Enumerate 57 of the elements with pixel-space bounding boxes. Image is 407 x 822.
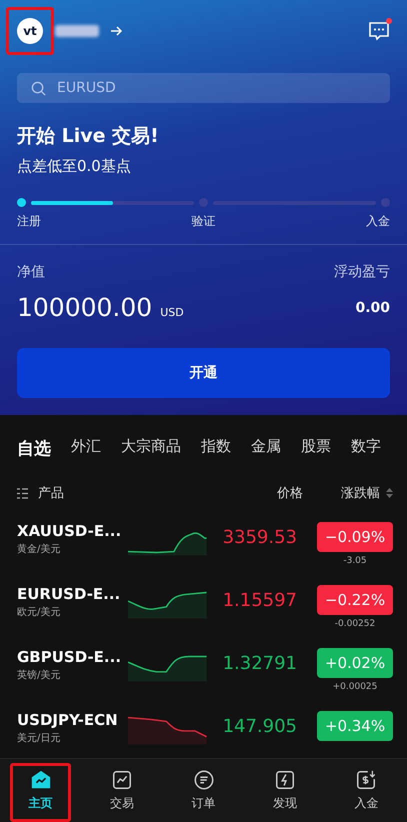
step-label: 验证 bbox=[192, 213, 216, 230]
nav-tab[interactable]: 交易 bbox=[81, 759, 163, 822]
nav-tab[interactable]: 发现 bbox=[244, 759, 326, 822]
blurred-name bbox=[55, 25, 99, 37]
nav-tab[interactable]: 主页 bbox=[0, 759, 82, 822]
arrow-icon[interactable] bbox=[111, 26, 123, 36]
instrument-name: 黄金/美元 bbox=[17, 542, 62, 556]
avatar[interactable]: vt bbox=[17, 18, 43, 44]
nav-tab[interactable]: 入金 bbox=[326, 759, 407, 822]
change-amount: -0.00252 bbox=[334, 619, 376, 629]
change-amount: +0.00025 bbox=[332, 682, 378, 692]
step-label: 注册 bbox=[17, 213, 41, 230]
category-tab[interactable]: 数字 bbox=[351, 437, 381, 460]
category-tab[interactable]: 外汇 bbox=[71, 437, 101, 460]
dollar-icon bbox=[355, 769, 378, 791]
equity-label: 净值 bbox=[17, 263, 45, 281]
promo-title: 开始 Live 交易! bbox=[17, 124, 160, 149]
price-text: 3359.53 bbox=[222, 527, 298, 548]
price-text: 1.32791 bbox=[222, 653, 298, 674]
category-tab[interactable]: 股票 bbox=[301, 437, 331, 460]
chart-icon bbox=[111, 769, 134, 791]
instrument-name: 美元/日元 bbox=[17, 732, 62, 745]
column-header[interactable]: 涨跌幅 bbox=[341, 484, 380, 502]
change-badge: +0.02% bbox=[317, 648, 393, 678]
symbol-text[interactable]: XAUUSD-E... bbox=[17, 522, 128, 540]
pnl-label: 浮动盈亏 bbox=[334, 263, 390, 281]
step-label: 入金 bbox=[366, 213, 390, 230]
change-amount: -3.05 bbox=[343, 556, 367, 566]
home-icon bbox=[30, 769, 52, 791]
symbol-text[interactable]: GBPUSD-E... bbox=[17, 648, 128, 666]
message-icon[interactable] bbox=[368, 21, 390, 41]
category-tab[interactable]: 金属 bbox=[251, 437, 281, 460]
search-icon bbox=[31, 81, 46, 96]
category-tab[interactable]: 大宗商品 bbox=[121, 437, 181, 460]
symbol-text[interactable]: EURUSD-E... bbox=[17, 585, 128, 603]
list-icon bbox=[192, 769, 215, 791]
nav-tab[interactable]: 订单 bbox=[162, 759, 244, 822]
pnl-value: 0.00 bbox=[355, 300, 390, 316]
change-badge: −0.22% bbox=[317, 585, 393, 615]
column-header: 产品 bbox=[38, 485, 64, 502]
open-account-button[interactable]: 开通 bbox=[17, 348, 390, 398]
category-tab[interactable]: 自选 bbox=[17, 437, 51, 460]
currency-label: USD bbox=[160, 306, 184, 319]
change-badge: −0.09% bbox=[317, 522, 393, 552]
instrument-name: 欧元/美元 bbox=[17, 606, 62, 619]
symbol-text[interactable]: USDJPY-ECN bbox=[17, 711, 128, 729]
sort-icon[interactable] bbox=[386, 488, 393, 498]
price-text: 1.15597 bbox=[222, 590, 298, 611]
list-icon[interactable] bbox=[17, 488, 28, 498]
change-badge: +0.34% bbox=[317, 711, 393, 741]
column-header: 价格 bbox=[277, 485, 303, 502]
lightning-icon bbox=[274, 769, 296, 791]
price-text: 147.905 bbox=[222, 716, 298, 737]
category-tab[interactable]: 指数 bbox=[201, 437, 231, 460]
instrument-name: 英镑/美元 bbox=[17, 668, 62, 682]
equity-value: 100000.00 bbox=[17, 293, 152, 322]
promo-subtitle: 点差低至0.0基点 bbox=[17, 157, 132, 176]
